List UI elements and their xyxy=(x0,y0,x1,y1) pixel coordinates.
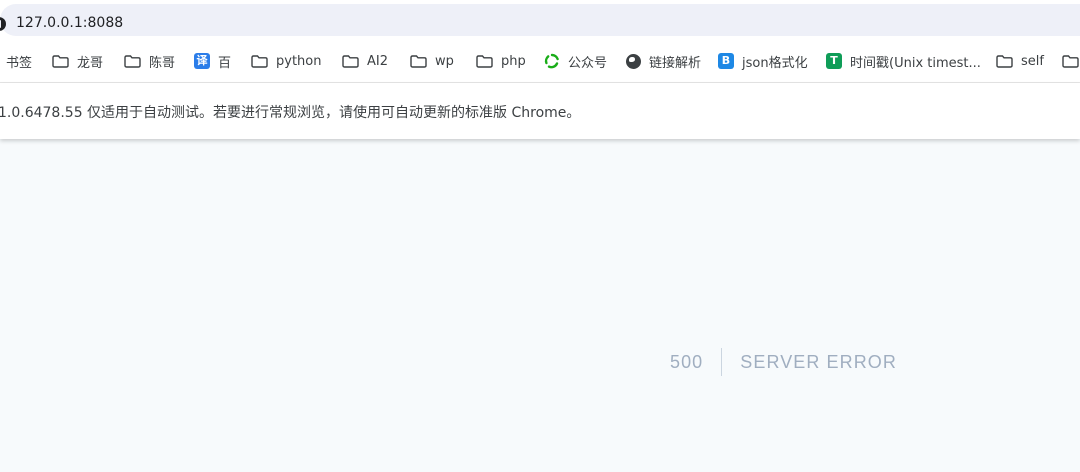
bookmark-label: php xyxy=(501,53,526,69)
translate-icon: 译 xyxy=(194,53,210,69)
bookmark-label: self xyxy=(1021,53,1044,69)
error-message: Server Error xyxy=(740,352,897,372)
folder-icon xyxy=(251,54,268,68)
bookmark-label: 陈哥 xyxy=(149,55,176,71)
bookmark-folder[interactable]: 陈哥 xyxy=(124,40,175,82)
bookmark-item[interactable]: T 时间戳(Unix timest... xyxy=(826,40,981,82)
folder-icon xyxy=(410,54,427,68)
folder-icon xyxy=(996,54,1013,68)
timestamp-icon: T xyxy=(826,53,842,69)
bookmark-folder-overflow[interactable] xyxy=(1062,40,1080,82)
folder-icon xyxy=(342,54,359,68)
folder-icon xyxy=(124,54,141,68)
bookmark-item[interactable]: 译 百 xyxy=(194,40,231,82)
bookmark-item[interactable]: 链接解析 xyxy=(626,40,701,82)
bookmark-label: AI2 xyxy=(367,53,388,69)
globe-icon xyxy=(626,53,641,69)
infobar-text: 1.0.6478.55 仅适用于自动测试。若要进行常规浏览，请使用可自动更新的标… xyxy=(0,105,581,121)
folder-icon xyxy=(52,54,69,68)
bookmark-label: 时间戳(Unix timest... xyxy=(850,55,981,71)
bookmark-label: 书签 xyxy=(6,55,33,71)
bookmark-folder[interactable]: python xyxy=(251,40,321,82)
bookmark-folder[interactable]: wp xyxy=(410,40,454,82)
json-icon: B xyxy=(718,53,734,69)
address-bar: 127.0.0.1:8088 xyxy=(0,0,1080,40)
bookmark-folder[interactable]: php xyxy=(476,40,526,82)
bookmark-label: 公众号 xyxy=(568,55,608,71)
site-info-icon[interactable] xyxy=(0,17,6,31)
omnibox[interactable]: 127.0.0.1:8088 xyxy=(0,4,1080,36)
automation-infobar: 1.0.6478.55 仅适用于自动测试。若要进行常规浏览，请使用可自动更新的标… xyxy=(0,83,1080,139)
error-container: 500 Server Error xyxy=(670,348,897,376)
bookmark-label: 龙哥 xyxy=(77,55,104,71)
bookmark-label: 链接解析 xyxy=(649,55,702,71)
folder-icon xyxy=(476,54,493,68)
bookmark-folder[interactable]: self xyxy=(996,40,1044,82)
bookmark-label: wp xyxy=(435,53,454,69)
bookmark-item[interactable]: 公众号 xyxy=(544,40,607,82)
recycle-icon xyxy=(544,53,560,69)
bookmark-folder[interactable]: 龙哥 xyxy=(52,40,103,82)
bookmark-item[interactable]: B json格式化 xyxy=(718,40,808,82)
error-code: 500 xyxy=(670,348,723,376)
bookmark-item[interactable]: 书签 xyxy=(6,40,32,82)
bookmark-label: 百 xyxy=(218,55,232,71)
bookmark-label: python xyxy=(276,53,322,69)
bookmark-folder[interactable]: AI2 xyxy=(342,40,388,82)
url-text[interactable]: 127.0.0.1:8088 xyxy=(16,15,123,31)
folder-icon xyxy=(1062,54,1079,68)
bookmarks-bar: 书签 龙哥 陈哥 译 百 python AI2 wp php 公众号 链接解析 … xyxy=(0,40,1080,83)
bookmark-label: json格式化 xyxy=(742,55,808,71)
